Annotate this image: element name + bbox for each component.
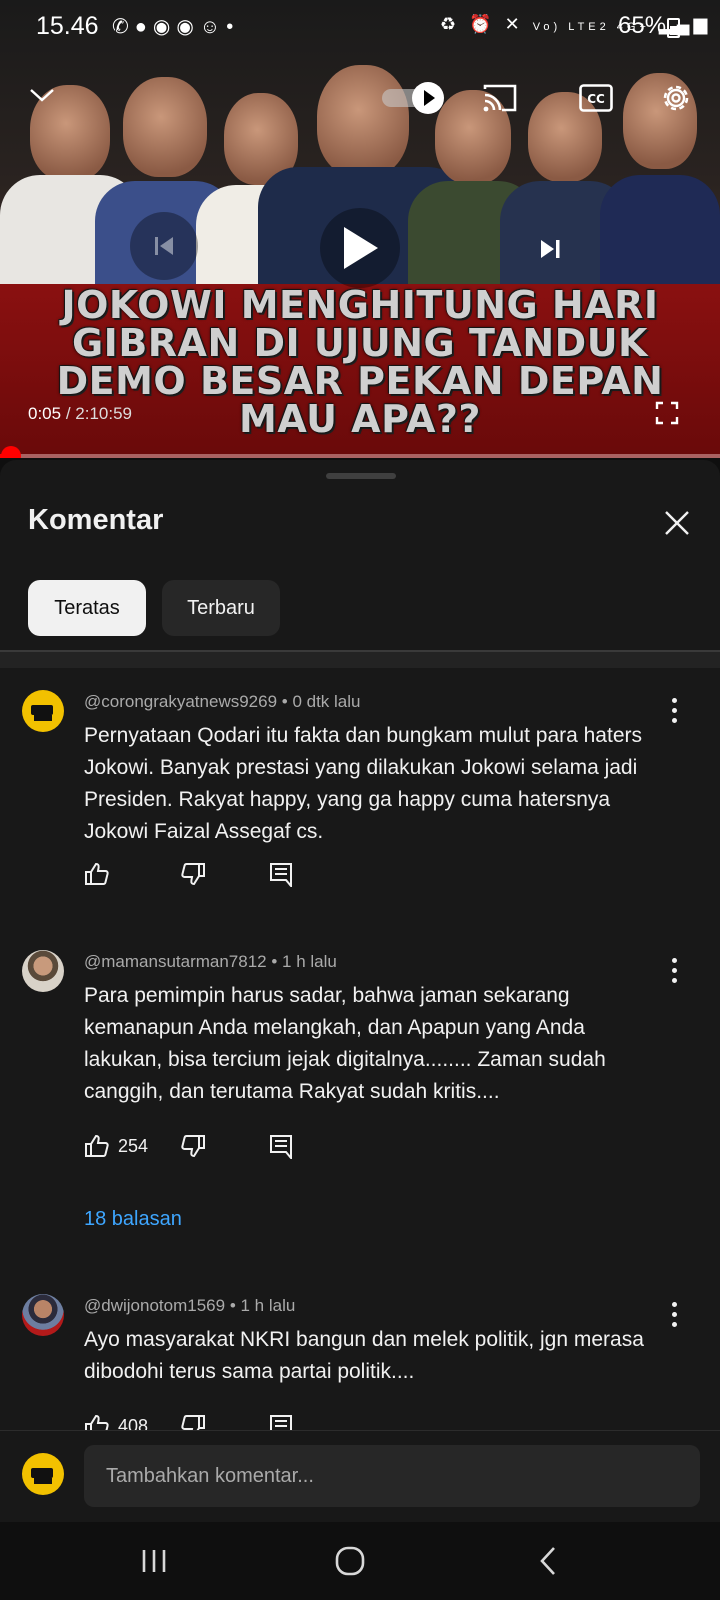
comment-text: Ayo masyarakat NKRI bangun dan melek pol… — [84, 1328, 644, 1383]
comment-meta[interactable]: @dwijonotom1569 • 1 h lalu — [84, 1296, 295, 1316]
comment-author: @corongrakyatnews9269 — [84, 692, 278, 711]
mute-icon: ✕ — [504, 14, 524, 34]
cast-icon[interactable] — [480, 80, 520, 116]
drag-handle[interactable] — [326, 473, 396, 479]
panel-title: Komentar — [28, 504, 164, 536]
recent-apps-icon[interactable] — [124, 1536, 184, 1586]
previous-video-icon[interactable] — [130, 212, 198, 280]
thumbs-down-icon — [181, 863, 205, 886]
play-icon[interactable] — [320, 208, 400, 288]
headline-line: DEMO BESAR PEKAN DEPAN — [56, 359, 664, 403]
reply-comment-icon — [270, 1135, 292, 1159]
video-duration: / 2:10:59 — [65, 404, 132, 423]
comment-meta[interactable]: @corongrakyatnews9269 • 0 dtk lalu — [84, 692, 361, 712]
more-options-icon[interactable] — [662, 1300, 686, 1330]
like-button[interactable] — [84, 858, 118, 890]
close-icon[interactable] — [660, 506, 694, 540]
sort-chip-top[interactable]: Teratas — [28, 580, 146, 636]
add-comment-bar — [0, 1430, 720, 1522]
view-replies-link[interactable]: 18 balasan — [84, 1208, 182, 1231]
svg-text:CC: CC — [587, 92, 605, 106]
headline-line: JOKOWI MENGHITUNG HARI — [61, 283, 659, 327]
video-progress-bar[interactable] — [0, 454, 720, 458]
my-avatar — [22, 1453, 64, 1495]
status-bar: 15.46 ✆●◉◉☺• ♻ ⏰ ✕ Vo) LTE2 4G+ ▂▄▆ 65% — [0, 0, 720, 52]
comment-author: @mamansutarman7812 — [84, 952, 267, 971]
autoplay-toggle[interactable] — [382, 82, 448, 114]
video-player[interactable]: JOKOWI MENGHITUNG HARI GIBRAN DI UJUNG T… — [0, 0, 720, 458]
minimize-chevron-icon[interactable] — [22, 80, 62, 110]
sort-chip-newest[interactable]: Terbaru — [162, 580, 280, 636]
back-icon[interactable] — [518, 1536, 578, 1586]
comment-meta[interactable]: @mamansutarman7812 • 1 h lalu — [84, 952, 337, 972]
thumbs-up-icon — [85, 1134, 109, 1157]
dislike-button[interactable] — [180, 1130, 206, 1162]
section-divider — [0, 650, 720, 668]
like-count: 254 — [118, 1135, 149, 1156]
avatar[interactable] — [22, 690, 64, 732]
thumbs-down-icon — [181, 1135, 205, 1158]
headline-line: GIBRAN DI UJUNG TANDUK — [71, 321, 648, 365]
battery-level: 65% — [618, 12, 667, 39]
settings-gear-icon[interactable] — [656, 78, 696, 118]
comment-actions — [84, 858, 344, 890]
autoplay-play-icon — [412, 82, 444, 114]
comment-author: @dwijonotom1569 — [84, 1296, 226, 1315]
thumbs-up-icon — [85, 862, 109, 885]
fullscreen-icon[interactable] — [652, 398, 682, 428]
like-button[interactable]: 254 — [84, 1130, 148, 1162]
record-icon: ◉ — [152, 16, 177, 38]
dislike-button[interactable] — [180, 858, 206, 890]
avatar[interactable] — [22, 950, 64, 992]
more-options-icon[interactable] — [662, 956, 686, 986]
video-timecode: 0:05 / 2:10:59 — [28, 404, 132, 424]
comment-text: Pernyataan Qodari itu fakta dan bungkam … — [84, 724, 642, 843]
system-nav-bar — [0, 1522, 720, 1600]
comment-time: • 1 h lalu — [271, 952, 337, 971]
comment-text: Para pemimpin harus sadar, bahwa jaman s… — [84, 984, 606, 1103]
captions-icon[interactable]: CC — [576, 82, 616, 114]
reply-button[interactable] — [268, 1130, 294, 1162]
next-video-icon[interactable] — [534, 232, 568, 266]
recycle-icon: ♻ — [440, 14, 461, 34]
alarm-icon: ⏰ — [469, 14, 496, 34]
reply-button[interactable] — [268, 858, 294, 890]
comment-time: • 0 dtk lalu — [281, 692, 361, 711]
add-comment-input[interactable] — [84, 1445, 700, 1507]
current-time: 0:05 — [28, 404, 62, 423]
home-icon[interactable] — [320, 1536, 380, 1586]
comment-actions: 254 — [84, 1130, 344, 1162]
status-time: 15.46 — [36, 12, 99, 40]
reply-comment-icon — [270, 863, 292, 887]
dot-icon: • — [226, 16, 240, 38]
chat-icon: ● — [134, 16, 153, 38]
record-icon: ◉ — [176, 16, 200, 38]
whatsapp-icon: ✆ — [112, 16, 135, 38]
notification-icons: ✆●◉◉☺• — [112, 14, 239, 39]
more-options-icon[interactable] — [662, 696, 686, 726]
baby-icon: ☺ — [199, 16, 227, 38]
battery-icon — [667, 18, 680, 38]
comment-time: • 1 h lalu — [229, 1296, 296, 1315]
avatar[interactable] — [22, 1294, 64, 1336]
